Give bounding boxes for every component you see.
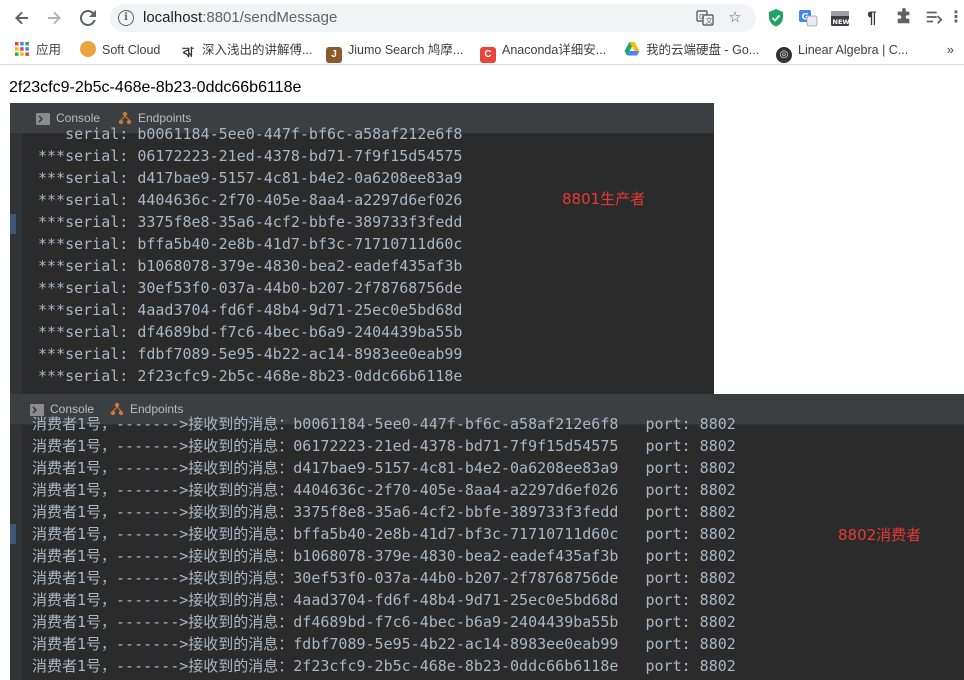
bookmark-soft-cloud[interactable]: Soft Cloud [80,41,160,59]
url-path: :8801/sendMessage [202,9,338,26]
bookmark-label: 我的云端硬盘 - Go... [646,43,760,57]
log-line: ***serial: 2f23cfc9-2b5c-468e-8b23-0ddc6… [38,367,463,385]
bookmark-label: Jiumo Search 鸠摩... [348,43,464,57]
bookmark-jiumo[interactable]: J Jiumo Search 鸠摩... [326,41,464,63]
csdn-favicon: C [480,47,496,63]
bookmark-linear-algebra[interactable]: ◎ Linear Algebra | C... [776,41,909,63]
zhihu-favicon: ঝ [182,44,194,60]
mit-favicon: ◎ [776,47,792,63]
log-line: ***serial: fdbf7089-5e95-4b22-ac14-8983e… [38,345,463,363]
url-text[interactable]: localhost:8801/sendMessage [143,4,337,32]
svg-text:文: 文 [706,16,713,25]
log-line: 消费者1号，------->接收到的消息：4404636c-2f70-405e-… [32,481,736,499]
kebab-menu-icon[interactable]: ⋮ [946,8,964,28]
translate-icon[interactable]: G文 [696,9,714,27]
producer-gutter [10,134,22,395]
forward-button[interactable] [42,6,66,30]
log-line: 消费者1号，------->接收到的消息：bffa5b40-2e8b-41d7-… [32,525,736,543]
jiumo-favicon: J [326,47,342,63]
consumer-console-panel: Console Endpoints 消费者1号，------->接收到的消息：b… [10,394,964,680]
screenshot-root: i localhost:8801/sendMessage G文 ☆ G NEW … [0,0,964,680]
log-line: ***serial: 4404636c-2f70-405e-8aa4-a2297… [38,191,463,209]
bookmark-label: Soft Cloud [102,43,161,57]
log-line: 消费者1号，------->接收到的消息：d417bae9-5157-4c81-… [32,459,736,477]
bookmark-label: Anaconda详细安... [502,43,607,57]
svg-text:G: G [699,13,704,21]
log-line: ***serial: b1068078-379e-4830-bea2-eadef… [38,257,463,275]
back-button[interactable] [10,6,34,30]
bookmark-label: Linear Algebra | C... [798,43,909,57]
log-line: 消费者1号，------->接收到的消息：fdbf7089-5e95-4b22-… [32,635,736,653]
log-line: 消费者1号，------->接收到的消息：df4689bd-f7c6-4bec-… [32,613,736,631]
arrow-right-icon [48,11,61,25]
consumer-gutter [10,425,22,680]
consumer-annotation: 8802消费者 [838,526,922,544]
producer-console-panel: Console Endpoints serial: b0061184-5ee0-… [10,103,714,395]
bookmark-label: 深入浅出的讲解傅... [202,43,313,57]
bookmark-label: 应用 [36,43,62,57]
new-extension-icon[interactable]: NEW [830,8,850,28]
log-line: 消费者1号，------->接收到的消息：3375f8e8-35a6-4cf2-… [32,503,736,521]
producer-annotation: 8801生产者 [562,190,646,208]
log-line: ***serial: 06172223-21ed-4378-bd71-7f9f1… [38,147,463,165]
log-line: ***serial: 3375f8e8-35a6-4cf2-bbfe-38973… [38,213,463,231]
svg-text:NEW: NEW [833,18,850,26]
url-host: localhost [143,9,203,26]
reading-list-icon[interactable] [924,8,944,28]
site-info-icon[interactable]: i [118,10,134,26]
log-line: 消费者1号，------->接收到的消息：b0061184-5ee0-447f-… [32,415,736,433]
shield-extension-icon[interactable] [766,8,786,28]
log-line: 消费者1号，------->接收到的消息：4aad3704-fd6f-48b4-… [32,591,736,609]
log-line: ***serial: 30ef53f0-037a-44b0-b207-2f787… [38,279,463,297]
google-drive-favicon [624,41,640,57]
arrow-left-icon [15,11,28,25]
log-line: serial: b0061184-5ee0-447f-bf6c-a58af212… [38,125,463,143]
bookmark-star-icon[interactable]: ☆ [726,9,744,27]
log-line: ***serial: bffa5b40-2e8b-41d7-bf3c-71710… [38,235,463,253]
log-line: ***serial: 4aad3704-fd6f-48b4-9d71-25ec0… [38,301,463,319]
pilcrow-extension-icon[interactable]: ¶ [862,8,882,28]
log-line: 消费者1号，------->接收到的消息：06172223-21ed-4378-… [32,437,736,455]
response-uuid-text: 2f23cfc9-2b5c-468e-8b23-0ddc66b6118e [9,79,302,96]
puzzle-extensions-icon[interactable] [894,8,914,28]
browser-toolbar: i localhost:8801/sendMessage G文 ☆ G NEW … [0,0,964,36]
more-bookmarks-button[interactable]: » [947,41,954,59]
log-line: 消费者1号，------->接收到的消息：30ef53f0-037a-44b0-… [32,569,736,587]
bookmarks-bar: 应用 Soft Cloud ঝ 深入浅出的讲解傅... J Jiumo Search… [0,36,964,65]
soft-cloud-favicon [80,41,96,57]
gutter-marker [10,524,16,544]
log-line: 消费者1号，------->接收到的消息：2f23cfc9-2b5c-468e-… [32,657,736,675]
bookmark-fourier[interactable]: ঝ 深入浅出的讲解傅... [180,41,313,60]
reload-button[interactable] [76,6,100,30]
reload-icon [79,9,96,26]
bookmark-google-drive[interactable]: 我的云端硬盘 - Go... [624,41,759,59]
bookmark-apps[interactable]: 应用 [14,41,61,59]
log-line: ***serial: d417bae9-5157-4c81-b4e2-0a620… [38,169,463,187]
log-line: 消费者1号，------->接收到的消息：b1068078-379e-4830-… [32,547,736,565]
log-line: ***serial: df4689bd-f7c6-4bec-b6a9-24044… [38,323,463,341]
translate-extension-icon[interactable]: G [798,8,818,28]
apps-grid-icon [14,41,30,57]
bookmark-anaconda[interactable]: C Anaconda详细安... [480,41,607,63]
gutter-marker [10,214,16,234]
address-bar[interactable]: i localhost:8801/sendMessage G文 ☆ [110,4,756,32]
